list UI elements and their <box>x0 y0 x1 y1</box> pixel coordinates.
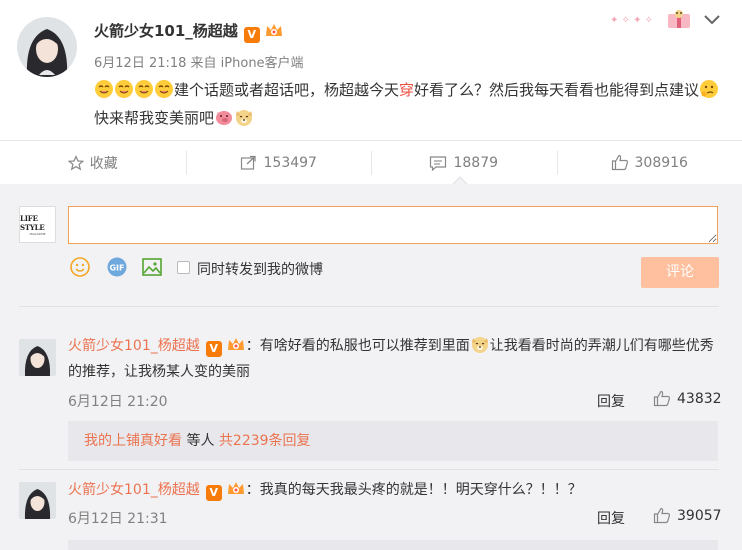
yummy-face-icon <box>154 79 174 99</box>
gif-icon[interactable]: GIF <box>106 256 128 278</box>
member-crown-icon <box>226 479 246 497</box>
doge-icon <box>470 334 490 354</box>
post-text-part2: 好看了么？然后我每天看看也能得到点建议 <box>414 81 700 99</box>
comment-count: 18879 <box>453 154 499 171</box>
comment-like-count: 43832 <box>677 390 722 407</box>
author-avatar[interactable] <box>17 17 77 77</box>
post-text-part1: 建个话题或者超话吧，杨超越今天 <box>174 81 400 99</box>
favorite-button[interactable]: 收藏 <box>0 141 186 184</box>
post-text-highlight: 穿 <box>399 81 415 99</box>
comment-avatar[interactable] <box>19 339 56 376</box>
comment-time: 6月12日 21:20 <box>68 394 168 410</box>
post-text: 建个话题或者超话吧，杨超越今天穿好看了么？然后我每天看看也能得到点建议快来帮我变… <box>94 76 724 132</box>
comment-avatar[interactable] <box>19 482 56 519</box>
divider <box>19 306 719 307</box>
submit-comment-button[interactable]: 评论 <box>641 257 719 288</box>
sub-replies-summary <box>68 540 718 550</box>
svg-text:GIF: GIF <box>109 264 124 273</box>
avatar-logo-subtext: MAGAZINE <box>29 231 46 236</box>
comment-text: 火箭少女101_杨超越 V ：有啥好看的私服也可以推荐到里面 让我看看时尚的弄潮儿们有… <box>68 333 718 385</box>
doge-icon <box>234 107 254 127</box>
yummy-face-icon <box>134 79 154 99</box>
member-crown-icon <box>264 21 284 39</box>
comment-body-part1: ：有啥好看的私服也可以推荐到里面 <box>245 338 470 354</box>
comment-username[interactable]: 火箭少女101_杨超越 <box>68 338 200 354</box>
star-icon <box>67 154 84 170</box>
repost-checkbox-label[interactable]: 同时转发到我的微博 <box>197 259 323 279</box>
favorite-label: 收藏 <box>89 155 118 172</box>
verified-badge-icon: V <box>205 341 222 357</box>
comment-text: 火箭少女101_杨超越 V ：我真的每天我最头疼的就是！！明天穿什么？！！？ <box>68 477 718 503</box>
emoji-icon[interactable] <box>69 256 91 278</box>
comment-input[interactable] <box>68 206 718 244</box>
thinking-face-icon <box>699 79 719 99</box>
reply-button[interactable]: 回复 <box>597 508 625 528</box>
thumbs-up-icon <box>653 507 671 524</box>
share-icon <box>240 155 256 170</box>
repost-checkbox[interactable] <box>177 261 190 274</box>
author-name-text[interactable]: 火箭少女101_杨超越 <box>94 22 238 40</box>
yummy-face-icon <box>94 79 114 99</box>
comment-like-button[interactable]: 43832 <box>653 390 722 407</box>
avatar-logo-text: LIFE STYLE <box>20 213 45 232</box>
yummy-face-icon <box>114 79 134 99</box>
comment-time: 6月12日 21:31 <box>68 511 168 527</box>
weibo-post-card: 火箭少女101_杨超越 V 6月12日 21:18 来自 iPhone客户端 建个… <box>0 0 742 140</box>
divider <box>19 469 719 470</box>
repost-count: 153497 <box>263 154 317 171</box>
sub-replies-summary[interactable]: 我的上铺真好看 等人 共2239条回复 <box>68 421 718 461</box>
reply-button[interactable]: 回复 <box>597 391 625 411</box>
thumbs-up-icon <box>611 154 628 171</box>
gift-sticker-icon: ✦ ✧ ✦ ✧ <box>608 8 698 30</box>
image-icon[interactable] <box>141 256 163 278</box>
svg-text:✦ ✧ ✦ ✧: ✦ ✧ ✦ ✧ <box>610 15 653 26</box>
sub-reply-count-link[interactable]: 共2239条回复 <box>219 433 311 449</box>
comment-like-button[interactable]: 39057 <box>653 507 722 524</box>
repost-button[interactable]: 153497 <box>185 141 372 184</box>
verified-badge-icon: V <box>243 27 260 43</box>
like-button[interactable]: 308916 <box>556 141 742 184</box>
post-action-bar: 收藏 153497 18879 308916 <box>0 140 742 184</box>
comment-username[interactable]: 火箭少女101_杨超越 <box>68 482 200 498</box>
verified-badge-icon: V <box>205 485 222 501</box>
current-user-avatar[interactable]: LIFE STYLE MAGAZINE <box>19 206 56 243</box>
pig-icon <box>214 107 234 127</box>
comment-like-count: 39057 <box>677 507 722 524</box>
post-meta: 6月12日 21:18 来自 iPhone客户端 <box>94 56 304 71</box>
post-text-part3: 快来帮我变美丽吧 <box>94 109 215 127</box>
member-crown-icon <box>226 335 246 353</box>
comment-body-part1: ：我真的每天我最头疼的就是！！明天穿什么？！！？ <box>245 482 582 498</box>
like-count: 308916 <box>634 154 688 171</box>
author-name[interactable]: 火箭少女101_杨超越 V <box>94 20 284 43</box>
comment-caret-icon <box>452 176 468 185</box>
thumbs-up-icon <box>653 390 671 407</box>
sub-reply-mid: 等人 <box>182 433 219 449</box>
chevron-down-icon[interactable] <box>703 14 721 26</box>
sub-reply-user[interactable]: 我的上铺真好看 <box>84 433 182 449</box>
comment-icon <box>430 155 447 171</box>
